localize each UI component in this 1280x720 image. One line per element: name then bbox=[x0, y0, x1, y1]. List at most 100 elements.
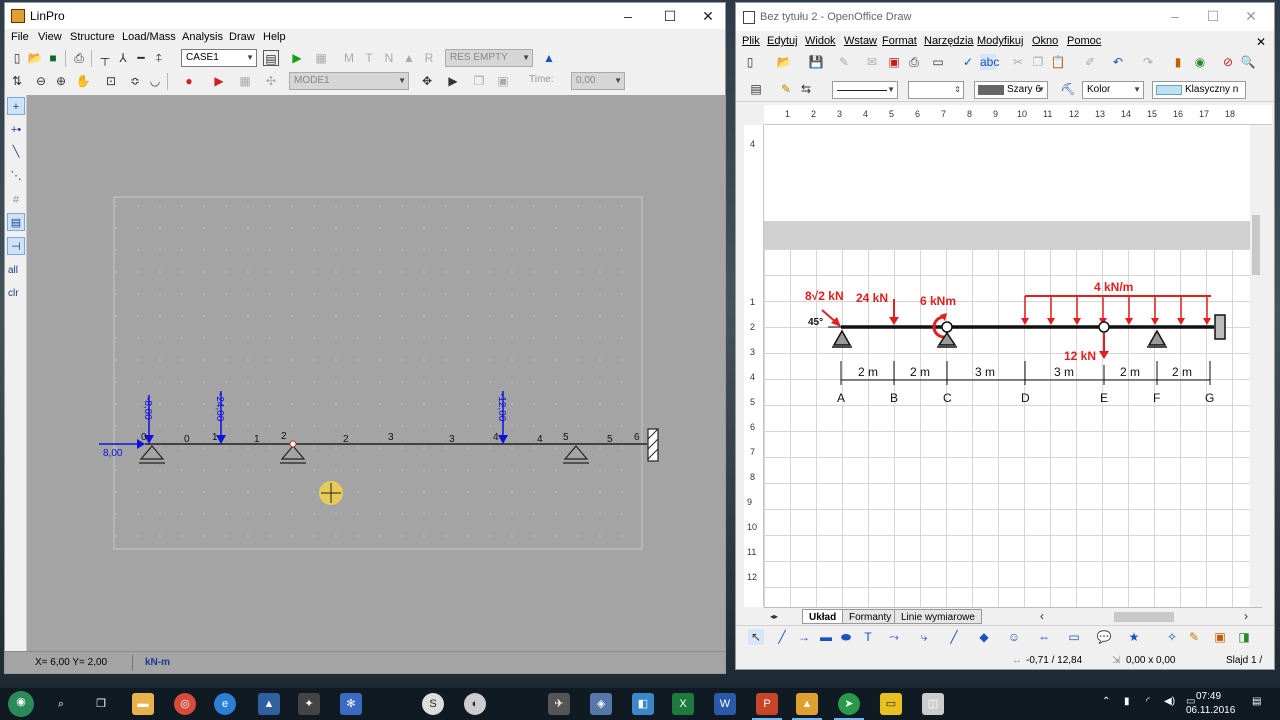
window-disabled-icon[interactable]: ▣ bbox=[495, 73, 511, 89]
move-arrows-icon[interactable]: ✥ bbox=[419, 73, 435, 89]
fill-style-select[interactable]: Klasyczny n bbox=[1152, 81, 1246, 99]
text-tool-icon[interactable]: T bbox=[860, 629, 876, 645]
preview-icon[interactable]: ▭ bbox=[930, 54, 946, 70]
menu-edytuj[interactable]: Edytuj bbox=[767, 35, 798, 47]
wifi-icon[interactable]: ◜ bbox=[1146, 696, 1150, 707]
gear-disabled-icon[interactable]: ✣ bbox=[263, 73, 279, 89]
app-icon[interactable]: ◫ bbox=[922, 693, 944, 715]
line-style-select[interactable]: ▼ bbox=[832, 81, 898, 99]
minimize-icon[interactable]: – bbox=[1156, 3, 1194, 29]
snap-icon[interactable]: ⊣ bbox=[7, 237, 25, 255]
new-document-icon[interactable]: ▯ bbox=[742, 54, 758, 70]
start-button[interactable]: ◉ bbox=[8, 691, 34, 717]
menu-file[interactable]: File bbox=[11, 31, 29, 43]
menu-load-mass[interactable]: Load/Mass bbox=[122, 31, 176, 43]
frames-icon[interactable]: ▦ bbox=[237, 73, 253, 89]
image-icon[interactable]: ▣ bbox=[1212, 629, 1228, 645]
case-table-icon[interactable]: ▤ bbox=[263, 50, 279, 66]
linpro-titlebar[interactable]: LinPro – ☐ ✕ bbox=[5, 3, 725, 29]
clock-time[interactable]: 07:49 bbox=[1196, 691, 1221, 702]
line-color-select[interactable]: Szary 6 ▼ bbox=[974, 81, 1048, 99]
axial-a-icon[interactable]: ▲ bbox=[401, 50, 417, 66]
scroll-right-icon[interactable]: › bbox=[1238, 608, 1254, 624]
app-icon[interactable]: ▭ bbox=[880, 693, 902, 715]
print-icon[interactable]: ⎙ bbox=[906, 54, 922, 70]
glue-points-icon[interactable]: ✎ bbox=[1186, 629, 1202, 645]
run-analysis-icon[interactable]: ▶ bbox=[289, 50, 305, 66]
tab-formanty[interactable]: Formanty bbox=[842, 609, 899, 624]
callouts-icon[interactable]: 💬 bbox=[1096, 629, 1112, 645]
hinge-icon[interactable]: ⅄ bbox=[115, 50, 131, 66]
fill-mode-select[interactable]: Kolor ▼ bbox=[1082, 81, 1144, 99]
stars-icon[interactable]: ★ bbox=[1126, 629, 1142, 645]
open-folder-icon[interactable]: 📂 bbox=[27, 50, 43, 66]
print-icon[interactable]: ⎙ bbox=[71, 50, 87, 66]
mode-shape-icon[interactable]: ● bbox=[181, 73, 197, 89]
results-sheet-icon[interactable]: ▦ bbox=[313, 50, 329, 66]
menu-narzedzia[interactable]: Narzędzia bbox=[924, 35, 974, 47]
linpro-canvas[interactable]: 8,00 -8,00 -24,00 -12,00 0 1 2 3 4 5 6 0… bbox=[27, 95, 725, 651]
notifications-icon[interactable]: ▤ bbox=[1252, 696, 1261, 707]
rectangle-icon[interactable]: ▬ bbox=[818, 629, 834, 645]
app-icon[interactable]: ◈ bbox=[590, 693, 612, 715]
file-explorer-icon[interactable]: ▬ bbox=[132, 693, 154, 715]
openoffice-taskbar-icon[interactable]: ➤ bbox=[834, 693, 864, 720]
mode-select[interactable]: MODE1 ▼ bbox=[289, 72, 409, 90]
connector-icon[interactable]: ⤷ bbox=[916, 629, 932, 645]
network-icon[interactable]: ▮ bbox=[1124, 696, 1130, 707]
maximize-icon[interactable]: ☐ bbox=[651, 3, 689, 29]
tab-uklad[interactable]: Układ bbox=[802, 609, 844, 624]
paste-icon[interactable]: 📋 bbox=[1050, 54, 1066, 70]
extrusion-icon[interactable]: ◨ bbox=[1236, 629, 1252, 645]
app-icon[interactable]: ◐ bbox=[464, 693, 486, 715]
draw-work-area[interactable]: 8√2 kN 45° 24 kN 6 kNm 4 kN/m 12 kN 2 m … bbox=[764, 125, 1250, 607]
support-icon[interactable]: ┬ bbox=[97, 50, 113, 66]
menu-view[interactable]: View bbox=[38, 31, 62, 43]
normal-n-icon[interactable]: N bbox=[381, 50, 397, 66]
add-node-icon[interactable]: +• bbox=[7, 121, 25, 139]
menu-wstaw[interactable]: Wstaw bbox=[844, 35, 877, 47]
powerpoint-icon[interactable]: P bbox=[752, 693, 782, 720]
app-icon[interactable]: ✦ bbox=[298, 693, 320, 715]
close-icon[interactable]: ✕ bbox=[689, 3, 727, 29]
view-window-icon[interactable]: ▤ bbox=[7, 213, 25, 231]
play-red-icon[interactable]: ▶ bbox=[211, 73, 227, 89]
app-icon[interactable]: ✈ bbox=[548, 693, 570, 715]
arrow-style-icon[interactable]: ⇆ bbox=[798, 81, 814, 97]
clock-date[interactable]: 06.11.2016 bbox=[1186, 705, 1235, 716]
add-element-icon[interactable]: ╲ bbox=[7, 143, 25, 161]
chrome-icon[interactable]: ◎ bbox=[174, 693, 196, 715]
autospell-icon[interactable]: abc bbox=[980, 54, 999, 70]
spellcheck-icon[interactable]: ✓ bbox=[960, 54, 976, 70]
close-document-icon[interactable]: ✕ bbox=[1256, 35, 1266, 49]
menu-plik[interactable]: Plik bbox=[742, 35, 760, 47]
basic-shapes-icon[interactable]: ◆ bbox=[976, 629, 992, 645]
skype-icon[interactable]: S bbox=[422, 693, 444, 715]
horizontal-scroll-thumb[interactable] bbox=[1114, 612, 1174, 622]
time-select[interactable]: 0,00 ▼ bbox=[571, 72, 625, 90]
app-icon[interactable]: ✻ bbox=[340, 693, 362, 715]
new-icon[interactable]: ▯ bbox=[9, 50, 25, 66]
curve-icon[interactable]: ⤳ bbox=[886, 629, 902, 645]
chart-icon[interactable]: ▮ bbox=[1170, 54, 1186, 70]
menu-okno[interactable]: Okno bbox=[1032, 35, 1058, 47]
points-icon[interactable]: ✧ bbox=[1164, 629, 1180, 645]
vertical-ruler[interactable]: 4 1 2 3 4 5 6 7 8 9 10 11 12 bbox=[744, 125, 764, 607]
load-case-select[interactable]: CASE1 ▼ bbox=[181, 49, 257, 67]
menu-analysis[interactable]: Analysis bbox=[182, 31, 223, 43]
volume-icon[interactable]: ◀) bbox=[1164, 696, 1175, 707]
save-icon[interactable]: 💾 bbox=[808, 54, 824, 70]
spring-icon[interactable]: ≎ bbox=[127, 73, 143, 89]
email-icon[interactable]: ✉ bbox=[864, 54, 880, 70]
ellipse-icon[interactable]: ⬬ bbox=[838, 629, 854, 645]
node-load-icon[interactable]: ⍏ bbox=[151, 50, 167, 66]
open-folder-icon[interactable]: 📂 bbox=[776, 54, 792, 70]
excel-icon[interactable]: X bbox=[672, 693, 694, 715]
reaction-r-icon[interactable]: R bbox=[421, 50, 437, 66]
linpro-taskbar-icon[interactable]: ▲ bbox=[792, 693, 822, 720]
flowchart-icon[interactable]: ▭ bbox=[1066, 629, 1082, 645]
pan-hand-icon[interactable]: ✋ bbox=[75, 73, 91, 89]
copy-disabled-icon[interactable]: ❐ bbox=[471, 73, 487, 89]
word-icon[interactable]: W bbox=[714, 693, 736, 715]
moment-m-icon[interactable]: M bbox=[341, 50, 357, 66]
